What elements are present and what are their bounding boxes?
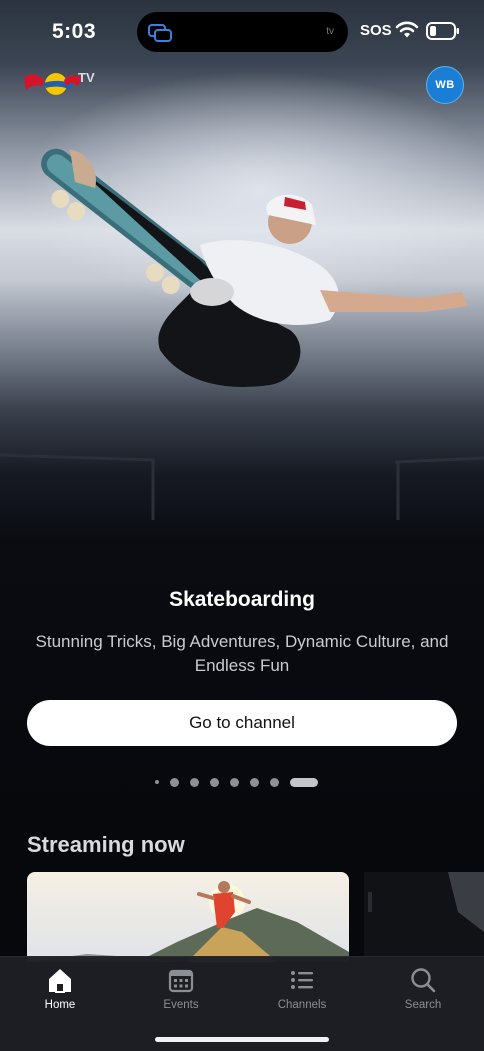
tab-home-label: Home xyxy=(44,999,76,1011)
go-to-channel-button[interactable]: Go to channel xyxy=(27,700,457,746)
carousel-dot[interactable] xyxy=(155,780,159,784)
stream-card-thumbnail xyxy=(27,872,349,962)
carousel-dot[interactable] xyxy=(210,777,219,787)
go-to-channel-label: Go to channel xyxy=(189,713,295,732)
tab-channels-label: Channels xyxy=(277,999,327,1011)
battery-icon xyxy=(426,22,459,40)
search-icon xyxy=(411,968,436,993)
carousel-dot[interactable] xyxy=(270,777,279,787)
home-icon xyxy=(49,969,71,993)
carousel-dot[interactable] xyxy=(190,777,199,787)
home-indicator[interactable] xyxy=(155,1037,329,1042)
red-bull-tv-logo[interactable]: TV xyxy=(20,64,95,104)
hero-subtitle: Stunning Tricks, Big Adventures, Dynamic… xyxy=(35,632,449,675)
status-bar: 5:03 tv SOS xyxy=(0,0,484,60)
bottom-tab-bar: Home Events Channels Search xyxy=(0,956,484,1051)
stream-card-thumbnail xyxy=(358,872,484,962)
tab-channels[interactable]: Channels xyxy=(257,965,347,1011)
tab-events-label: Events xyxy=(163,999,199,1011)
logo-tv-text: TV xyxy=(78,70,95,85)
profile-avatar[interactable]: WB xyxy=(426,66,464,104)
stream-card[interactable] xyxy=(358,872,484,962)
list-icon xyxy=(291,971,313,989)
carrier-label: SOS xyxy=(360,22,392,39)
tab-home[interactable]: Home xyxy=(15,965,105,1011)
island-tv-label: tv xyxy=(326,26,334,37)
carousel-dot[interactable] xyxy=(230,777,239,787)
dynamic-island: tv xyxy=(137,12,348,52)
carousel-dot[interactable] xyxy=(250,777,259,787)
status-time: 5:03 xyxy=(52,20,97,43)
tab-search-label: Search xyxy=(404,999,442,1011)
streaming-now-heading: Streaming now xyxy=(27,832,185,857)
app-screen: 5:03 tv SOS TV WB Skateboarding Stunning… xyxy=(0,0,484,1051)
carousel-dot-active[interactable] xyxy=(290,777,318,787)
wifi-icon xyxy=(395,21,419,38)
carousel-dot[interactable] xyxy=(170,777,179,787)
screen-mirror-icon xyxy=(148,24,172,42)
tab-events[interactable]: Events xyxy=(136,965,226,1011)
hero-title: Skateboarding xyxy=(169,588,315,611)
stream-card[interactable] xyxy=(27,872,349,962)
tab-search[interactable]: Search xyxy=(378,965,468,1011)
avatar-initials: WB xyxy=(435,79,455,91)
carousel-pagination[interactable] xyxy=(155,776,318,788)
calendar-icon xyxy=(168,969,194,993)
